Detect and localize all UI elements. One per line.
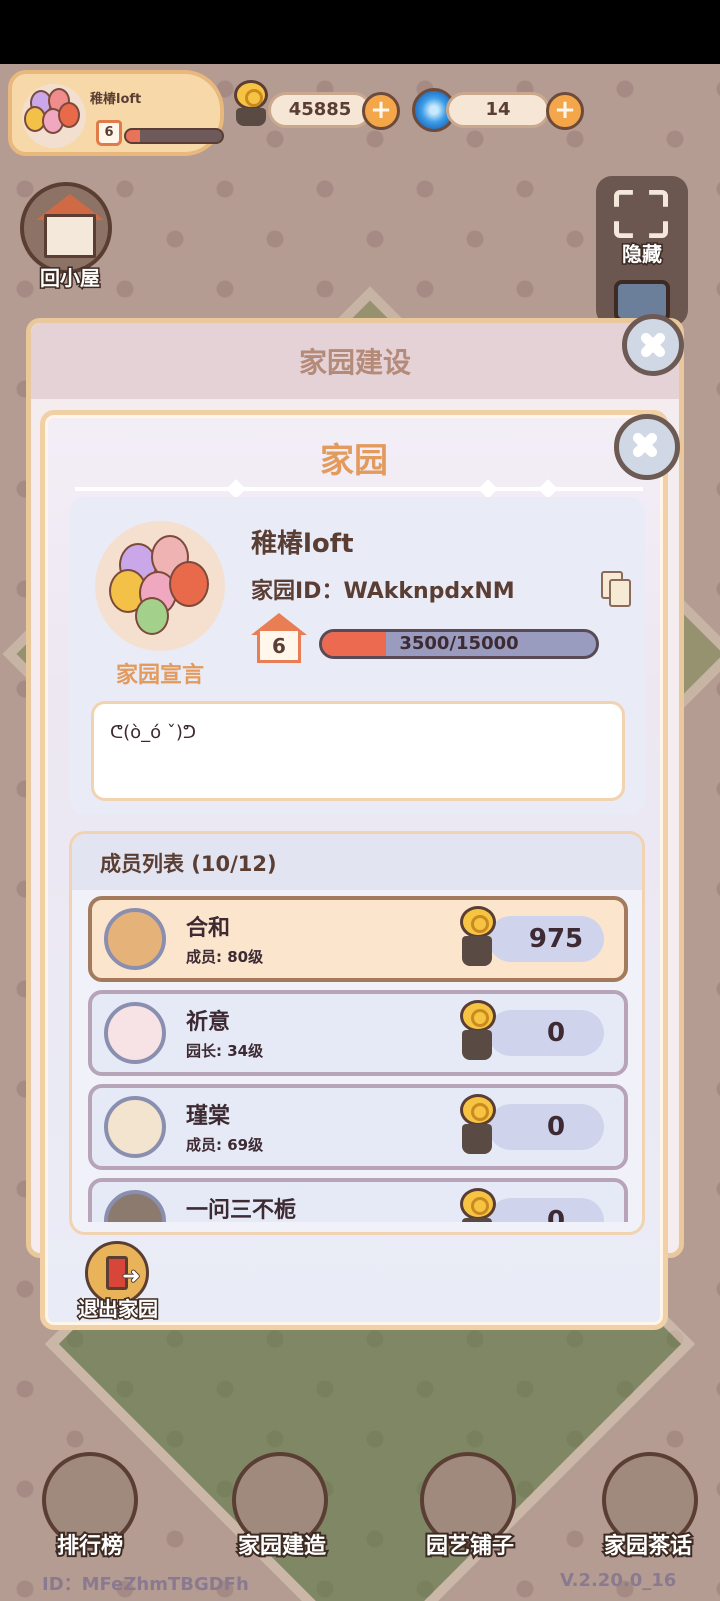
member-name: 一问三不栀	[186, 1198, 297, 1222]
garden-name: 稚椿loft	[251, 529, 354, 559]
snail-coin-icon	[230, 78, 272, 130]
garden-info-panel: 家园 家园宣言 稚椿loft 家园ID：WAkknpdxNM 6 3500/15…	[40, 410, 668, 1330]
copy-icon[interactable]	[601, 571, 631, 607]
member-row[interactable]: 一问三不栀 0	[88, 1178, 628, 1222]
garden-level: 6	[257, 631, 301, 663]
member-role: 园长: 34级	[186, 1042, 264, 1060]
snail-coin-icon	[456, 998, 500, 1068]
version-text: V.2.20.0_16	[560, 1570, 677, 1591]
garden-exp-bar: 3500/15000	[319, 629, 599, 659]
snail-coin-icon	[456, 904, 500, 974]
level-progress-bar	[124, 128, 224, 144]
level-badge: 6	[96, 120, 122, 146]
member-name: 瑾棠	[186, 1104, 231, 1129]
member-score-pill: 0	[488, 1104, 604, 1150]
manifesto-box[interactable]: ᕦ(ò_ó ˇ)ᕤ	[91, 701, 625, 801]
divider-ornament	[538, 479, 558, 499]
garden-shop-label: 园艺铺子	[424, 1532, 516, 1561]
garden-info-card: 家园宣言 稚椿loft 家园ID：WAkknpdxNM 6 3500/15000…	[69, 497, 645, 815]
house-icon	[44, 214, 96, 258]
squirrel-avatar	[104, 908, 166, 970]
manifesto-text: ᕦ(ò_ó ˇ)ᕤ	[110, 722, 197, 743]
manifesto-label: 家园宣言	[115, 663, 204, 688]
divider-ornament	[478, 479, 498, 499]
garden-info-title: 家园	[320, 441, 388, 481]
members-header: 成员列表 (10/12)	[72, 834, 642, 890]
members-card: 成员列表 (10/12) 合和 成员: 80级 975 祈意 园长: 34级 0	[69, 831, 645, 1235]
garden-build-title: 家园建设	[298, 346, 411, 379]
garden-build-header: 家园建设	[31, 323, 679, 399]
member-score-pill: 975	[488, 916, 604, 962]
hide-ui-panel[interactable]: 隐藏	[596, 176, 688, 326]
member-score: 975	[528, 924, 584, 954]
garden-chat-label: 家园茶话	[602, 1532, 694, 1561]
garden-id: 家园ID：WAkknpdxNM	[251, 579, 515, 604]
member-score: 0	[546, 1112, 566, 1142]
exit-garden-label: 退出家园	[77, 1296, 160, 1323]
balloon-icon	[22, 84, 86, 148]
member-row[interactable]: 合和 成员: 80级 975	[88, 896, 628, 982]
member-score-pill: 0	[488, 1010, 604, 1056]
rabbit-avatar	[104, 1002, 166, 1064]
add-coins-button[interactable]: +	[362, 92, 400, 130]
gem-count: 14	[446, 92, 550, 128]
member-role: 成员: 69级	[186, 1136, 264, 1154]
member-list[interactable]: 合和 成员: 80级 975 祈意 园长: 34级 0 瑾棠 成员: 69级 0…	[88, 896, 628, 1222]
garden-level-badge: 6	[251, 613, 307, 663]
add-gems-button[interactable]: +	[546, 92, 584, 130]
snail-coin-icon	[456, 1092, 500, 1162]
player-id: ID：MFeZhmTBGDFh	[42, 1574, 249, 1595]
hide-label: 隐藏	[621, 241, 664, 268]
exit-arrow-icon: ➜	[121, 1263, 141, 1290]
garden-build-nav-label: 家园建造	[236, 1532, 328, 1561]
animal-avatar	[104, 1190, 166, 1222]
close-garden-panel-button[interactable]	[614, 414, 680, 480]
snail-coin-icon	[456, 1186, 500, 1222]
members-title: 成员列表 (10/12)	[100, 852, 277, 876]
back-home-button[interactable]	[20, 182, 112, 274]
close-build-panel-button[interactable]	[622, 314, 684, 376]
member-row[interactable]: 祈意 园长: 34级 0	[88, 990, 628, 1076]
divider-ornament	[226, 479, 246, 499]
garden-name-small: 稚椿loft	[90, 92, 142, 107]
back-home-label: 回小屋	[39, 265, 102, 292]
member-score: 0	[546, 1206, 566, 1222]
member-name: 合和	[186, 916, 231, 941]
snail-avatar	[104, 1096, 166, 1158]
frame-icon	[614, 190, 668, 238]
leaderboard-label: 排行榜	[55, 1532, 125, 1561]
coin-count: 45885	[268, 92, 372, 128]
member-score: 0	[546, 1018, 566, 1048]
member-row[interactable]: 瑾棠 成员: 69级 0	[88, 1084, 628, 1170]
garden-profile-chip[interactable]: 稚椿loft 6	[8, 70, 224, 156]
garden-balloon-avatar	[95, 521, 225, 651]
garden-exp-text: 3500/15000	[399, 633, 519, 654]
member-score-pill: 0	[488, 1198, 604, 1222]
member-role: 成员: 80级	[186, 948, 264, 966]
member-name: 祈意	[186, 1010, 231, 1035]
